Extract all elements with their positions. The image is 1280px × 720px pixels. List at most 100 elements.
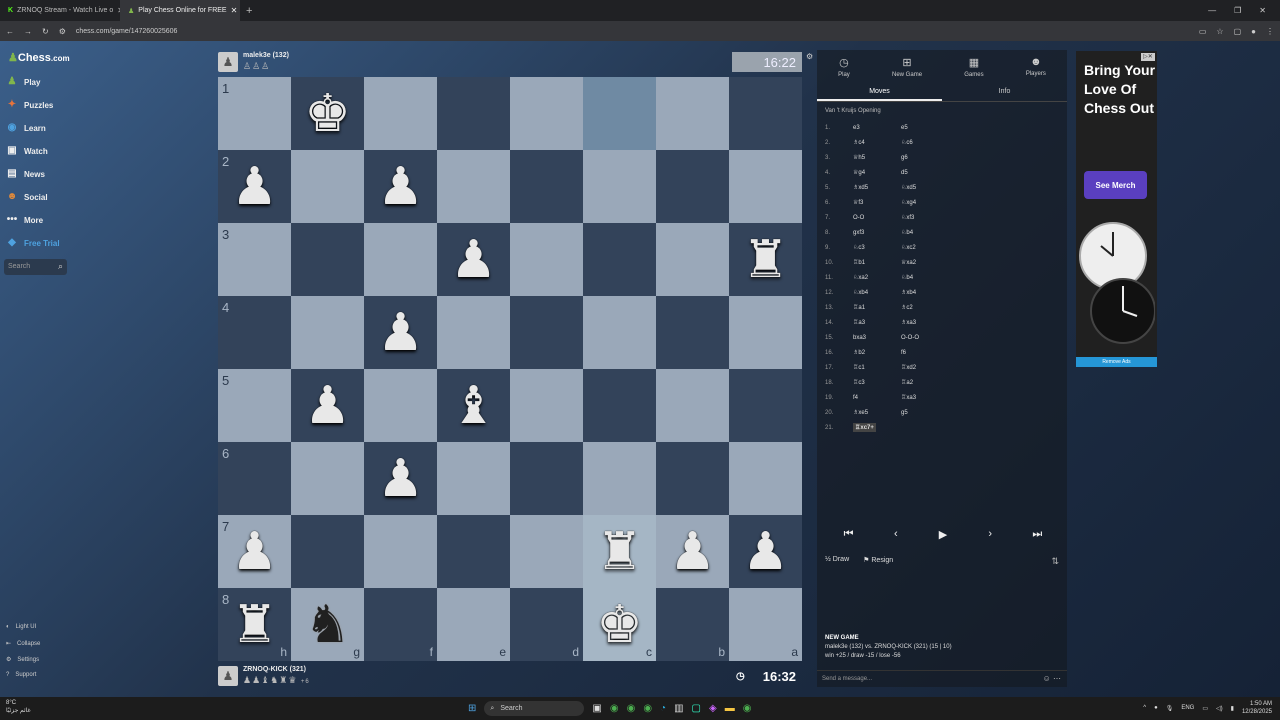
board-square[interactable] xyxy=(656,77,729,150)
white-move[interactable]: f4 xyxy=(853,395,901,401)
sidebar-item-free-trial[interactable]: ◆ Free Trial xyxy=(6,237,59,249)
board-square[interactable]: e xyxy=(437,588,510,661)
white-move[interactable]: ♖a1 xyxy=(853,304,901,311)
play-button[interactable]: ▶ xyxy=(923,524,963,544)
chess-piece[interactable]: ♝ xyxy=(450,380,497,432)
board-square[interactable] xyxy=(656,369,729,442)
extensions-icon[interactable]: ▢ xyxy=(1234,27,1242,36)
board-square[interactable]: 4 xyxy=(218,296,291,369)
board-square[interactable]: 8 h ♜ xyxy=(218,588,291,661)
white-move[interactable]: ♖b1 xyxy=(853,259,901,266)
sidebar-footer-light-ui[interactable]: ◐ Light UI xyxy=(6,624,36,630)
white-move[interactable]: ♖c1 xyxy=(853,364,901,371)
ad-close-icon[interactable]: ▷✕ xyxy=(1141,53,1155,61)
board-square[interactable] xyxy=(583,369,656,442)
ad-banner[interactable]: ▷✕ Bring Your Love Of Chess Out See Merc… xyxy=(1076,51,1157,367)
task-view-icon[interactable]: ▣ xyxy=(592,703,601,714)
board-square[interactable] xyxy=(583,223,656,296)
close-icon[interactable]: ✕ xyxy=(231,6,238,15)
board-square[interactable] xyxy=(510,296,583,369)
white-move[interactable]: gxf3 xyxy=(853,230,901,236)
board-square[interactable] xyxy=(291,150,364,223)
sidebar-item-watch[interactable]: ▣ Watch xyxy=(6,145,47,157)
last-move-button[interactable]: ⏭ xyxy=(1017,524,1057,544)
previous-move-button[interactable]: ‹ xyxy=(876,524,916,544)
sidebar-item-social[interactable]: ☻ Social xyxy=(6,191,48,203)
tab-games[interactable]: ▦ Games xyxy=(964,56,983,82)
subtab-moves[interactable]: Moves xyxy=(817,84,942,101)
board-square[interactable]: c ♚ xyxy=(583,588,656,661)
reload-icon[interactable]: ↻ xyxy=(42,27,49,36)
black-move[interactable]: ♘xf3 xyxy=(901,214,949,221)
profile-icon[interactable]: ● xyxy=(1251,27,1256,36)
black-move[interactable]: g6 xyxy=(901,155,949,161)
weather-widget[interactable]: 8°C غائم جزئيًا xyxy=(6,699,31,715)
mic-icon[interactable]: 🎙 xyxy=(1166,705,1174,712)
board-square[interactable]: 1 xyxy=(218,77,291,150)
black-move[interactable]: ♘c6 xyxy=(901,139,949,146)
white-move[interactable]: e3 xyxy=(853,125,901,131)
board-square[interactable]: d xyxy=(510,588,583,661)
chess-logo[interactable]: ♟Chess.com xyxy=(8,51,70,64)
white-move[interactable]: ♖xc7+ xyxy=(853,423,876,432)
new-tab-button[interactable]: + xyxy=(240,5,258,17)
board-square[interactable] xyxy=(656,150,729,223)
board-square[interactable] xyxy=(729,296,802,369)
board-square[interactable] xyxy=(583,150,656,223)
draw-button[interactable]: ½ Draw xyxy=(825,556,849,564)
sidebar-item-learn[interactable]: ◉ Learn xyxy=(6,122,46,134)
chess-piece[interactable]: ♟ xyxy=(231,161,278,213)
board-square[interactable]: ♟ xyxy=(656,515,729,588)
volume-icon[interactable]: ◁) xyxy=(1216,705,1223,712)
chess-piece[interactable]: ♜ xyxy=(596,526,643,578)
board-square[interactable]: ♟ xyxy=(291,369,364,442)
next-move-button[interactable]: › xyxy=(970,524,1010,544)
network-icon[interactable]: ▭ xyxy=(1202,705,1208,712)
sidebar-item-puzzles[interactable]: ✦ Puzzles xyxy=(6,99,54,111)
board-square[interactable] xyxy=(729,150,802,223)
chess-piece[interactable]: ♟ xyxy=(742,526,789,578)
board-square[interactable] xyxy=(583,77,656,150)
white-move[interactable]: ♕h5 xyxy=(853,154,901,161)
chrome-icon[interactable]: ◉ xyxy=(643,703,652,714)
first-move-button[interactable]: ⏮ xyxy=(829,524,869,544)
chess-piece[interactable]: ♟ xyxy=(450,234,497,286)
board-square[interactable] xyxy=(291,442,364,515)
chess-board[interactable]: 1 ♚ 2 ♟ ♟ 3 ♟ ♜ 4 ♟ 5 ♟ ♝ 6 ♟ 7 ♟ ♜ ♟ ♟ 8 h ♜ g ♞ f e d c ♚ b a xyxy=(218,77,802,661)
sidebar-item-play[interactable]: ♟ Play xyxy=(6,76,41,88)
remove-ads-link[interactable]: Remove Ads xyxy=(1076,357,1157,367)
white-move[interactable]: ♗c4 xyxy=(853,139,901,146)
chess-piece[interactable]: ♜ xyxy=(742,234,789,286)
white-move[interactable]: ♕f3 xyxy=(853,199,901,206)
board-square[interactable]: ♝ xyxy=(437,369,510,442)
chrome-icon[interactable]: ◉ xyxy=(627,703,636,714)
app-tray-icon[interactable]: ● xyxy=(1154,705,1158,711)
board-square[interactable]: b xyxy=(656,588,729,661)
board-square[interactable]: a xyxy=(729,588,802,661)
opening-name[interactable]: Van 't Kruijs Opening xyxy=(817,102,1067,120)
chrome-icon[interactable]: ◉ xyxy=(743,703,752,714)
avatar[interactable]: ♟ xyxy=(218,666,238,686)
board-square[interactable] xyxy=(437,296,510,369)
board-square[interactable] xyxy=(656,442,729,515)
tab-new-game[interactable]: ⊞ New Game xyxy=(892,56,922,82)
board-square[interactable] xyxy=(291,515,364,588)
chess-piece[interactable]: ♟ xyxy=(377,161,424,213)
player-name[interactable]: malek3e (132) xyxy=(243,52,289,59)
store-icon[interactable]: ▥ xyxy=(674,703,683,714)
board-square[interactable] xyxy=(729,442,802,515)
board-square[interactable] xyxy=(437,442,510,515)
black-move[interactable]: ♗xb4 xyxy=(901,289,949,296)
chess-piece[interactable]: ♟ xyxy=(231,526,278,578)
board-square[interactable] xyxy=(583,442,656,515)
white-move[interactable]: ♗xd5 xyxy=(853,184,901,191)
edge-icon[interactable]: ◔ xyxy=(660,703,666,714)
board-square[interactable]: 6 xyxy=(218,442,291,515)
see-merch-button[interactable]: See Merch xyxy=(1084,171,1147,199)
black-move[interactable]: ♘xg4 xyxy=(901,199,949,206)
board-square[interactable] xyxy=(583,296,656,369)
black-move[interactable]: ♘xd5 xyxy=(901,184,949,191)
search-icon[interactable]: ⌕ xyxy=(58,261,63,272)
board-square[interactable] xyxy=(291,296,364,369)
white-move[interactable]: ♕g4 xyxy=(853,169,901,176)
